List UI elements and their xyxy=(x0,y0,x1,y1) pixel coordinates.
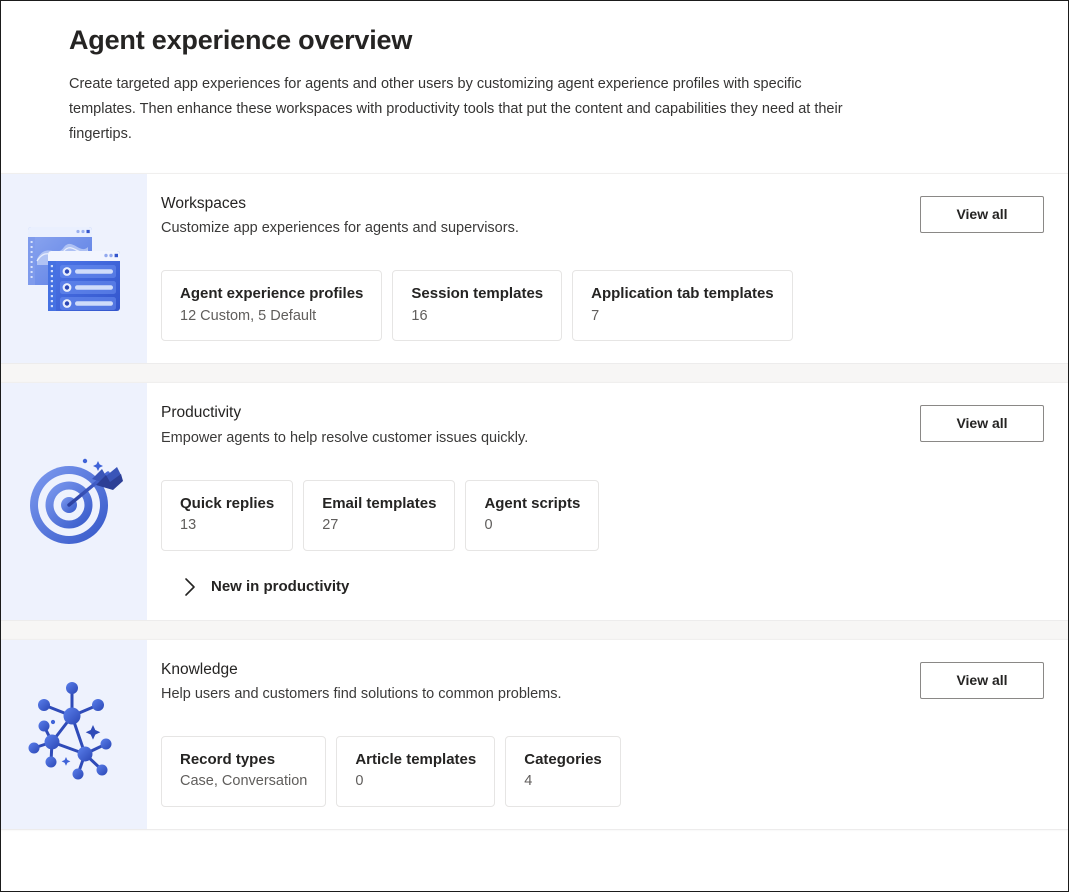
page-title: Agent experience overview xyxy=(69,25,1000,56)
section-title: Workspaces xyxy=(161,194,1048,213)
agent-experience-overview-page: Agent experience overview Create targete… xyxy=(0,0,1069,892)
section-divider-gap xyxy=(1,621,1068,639)
section-card-productivity: Productivity Empower agents to help reso… xyxy=(1,382,1068,620)
tile-value: 0 xyxy=(355,772,476,792)
tile-label: Article templates xyxy=(355,750,476,770)
tile-label: Session templates xyxy=(411,284,543,304)
page-description: Create targeted app experiences for agen… xyxy=(69,72,859,147)
productivity-tiles: Quick replies 13 Email templates 27 Agen… xyxy=(161,480,1048,551)
tile-value: Case, Conversation xyxy=(180,772,307,792)
section-title: Productivity xyxy=(161,403,1048,422)
sections-container: Workspaces Customize app experiences for… xyxy=(1,173,1068,830)
new-in-productivity-link[interactable]: New in productivity xyxy=(179,576,349,598)
tile-value: 16 xyxy=(411,307,543,327)
view-all-button-knowledge[interactable]: View all xyxy=(920,662,1044,699)
new-in-productivity-label: New in productivity xyxy=(211,578,349,595)
tile-label: Agent experience profiles xyxy=(180,284,363,304)
view-all-button-workspaces[interactable]: View all xyxy=(920,196,1044,233)
section-divider-gap xyxy=(1,364,1068,382)
tile-categories[interactable]: Categories 4 xyxy=(505,736,621,807)
tile-value: 4 xyxy=(524,772,602,792)
tile-value: 27 xyxy=(322,516,436,536)
tile-agent-experience-profiles[interactable]: Agent experience profiles 12 Custom, 5 D… xyxy=(161,270,382,341)
tile-label: Agent scripts xyxy=(484,494,580,514)
tile-article-templates[interactable]: Article templates 0 xyxy=(336,736,495,807)
productivity-icon-panel xyxy=(1,383,147,619)
chevron-right-icon xyxy=(179,576,201,598)
workspaces-icon-panel xyxy=(1,174,147,363)
workspaces-tiles: Agent experience profiles 12 Custom, 5 D… xyxy=(161,270,1048,341)
view-all-button-productivity[interactable]: View all xyxy=(920,405,1044,442)
tile-agent-scripts[interactable]: Agent scripts 0 xyxy=(465,480,599,551)
tile-value: 0 xyxy=(484,516,580,536)
tile-label: Application tab templates xyxy=(591,284,774,304)
workspaces-windows-icon xyxy=(22,217,126,321)
knowledge-icon-panel xyxy=(1,640,147,829)
section-card-workspaces: Workspaces Customize app experiences for… xyxy=(1,173,1068,364)
knowledge-tiles: Record types Case, Conversation Article … xyxy=(161,736,1048,807)
tile-email-templates[interactable]: Email templates 27 xyxy=(303,480,455,551)
tile-label: Record types xyxy=(180,750,307,770)
knowledge-card-body: Knowledge Help users and customers find … xyxy=(147,640,1068,829)
tile-session-templates[interactable]: Session templates 16 xyxy=(392,270,562,341)
tile-label: Quick replies xyxy=(180,494,274,514)
target-arrow-icon xyxy=(22,449,126,553)
tile-value: 7 xyxy=(591,307,774,327)
tile-quick-replies[interactable]: Quick replies 13 xyxy=(161,480,293,551)
tile-value: 12 Custom, 5 Default xyxy=(180,307,363,327)
tile-record-types[interactable]: Record types Case, Conversation xyxy=(161,736,326,807)
page-header: Agent experience overview Create targete… xyxy=(1,1,1068,173)
section-title: Knowledge xyxy=(161,660,1048,679)
tile-label: Categories xyxy=(524,750,602,770)
workspaces-card-body: Workspaces Customize app experiences for… xyxy=(147,174,1068,363)
productivity-card-body: Productivity Empower agents to help reso… xyxy=(147,383,1068,619)
section-subtitle: Help users and customers find solutions … xyxy=(161,685,1048,704)
section-subtitle: Empower agents to help resolve customer … xyxy=(161,429,1048,448)
tile-value: 13 xyxy=(180,516,274,536)
section-subtitle: Customize app experiences for agents and… xyxy=(161,219,1048,238)
section-card-knowledge: Knowledge Help users and customers find … xyxy=(1,639,1068,830)
tile-label: Email templates xyxy=(322,494,436,514)
tile-application-tab-templates[interactable]: Application tab templates 7 xyxy=(572,270,793,341)
knowledge-network-icon xyxy=(22,678,126,790)
